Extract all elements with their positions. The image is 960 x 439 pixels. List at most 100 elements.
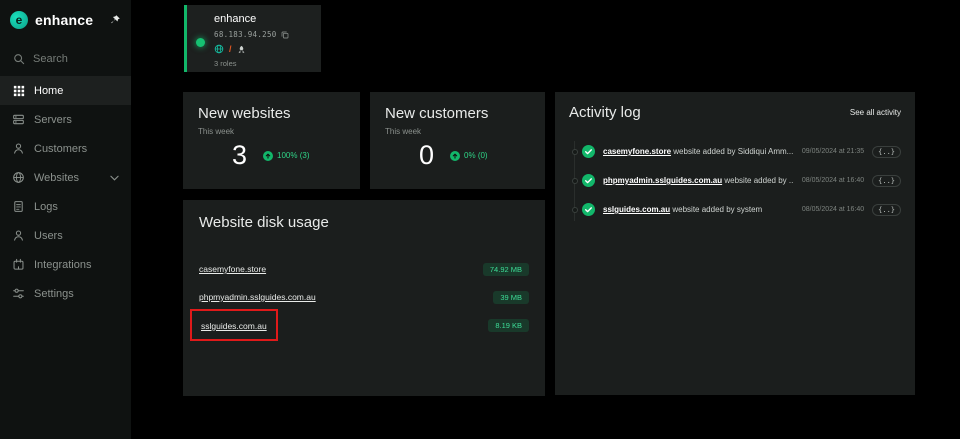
integrations-icon <box>12 258 25 271</box>
sidebar-item-customers[interactable]: Customers <box>0 134 131 163</box>
table-row: phpmyadmin.sslguides.com.au 39 MB <box>199 283 529 311</box>
settings-sliders-icon <box>12 287 25 300</box>
sidebar-item-servers[interactable]: Servers <box>0 105 131 134</box>
server-status-dot <box>196 38 205 47</box>
logs-icon <box>12 200 25 213</box>
stat-value: 0 <box>419 140 435 170</box>
timeline-dot <box>571 206 578 213</box>
nav-label: Servers <box>34 113 72 126</box>
logo-text: enhance <box>35 12 94 28</box>
nav-label: Customers <box>34 142 88 155</box>
list-item: sslguides.com.au website added by system… <box>569 195 901 224</box>
nav-label: Logs <box>34 200 58 213</box>
sidebar-item-settings[interactable]: Settings <box>0 279 131 308</box>
copy-icon[interactable] <box>281 31 289 39</box>
stat-badge-text: 0% (0) <box>464 151 488 160</box>
timeline-dot <box>571 177 578 184</box>
website-disk-usage-card: Website disk usage casemyfone.store 74.9… <box>183 200 545 396</box>
server-ip: 68.183.94.250 <box>214 30 277 39</box>
server-name: enhance <box>214 13 257 25</box>
activity-date: 08/05/2024 at 16:40 <box>801 177 865 184</box>
card-title: New websites <box>198 105 291 122</box>
activity-site-link[interactable]: casemyfone.store <box>603 147 671 156</box>
check-circle-icon <box>582 145 595 158</box>
activity-date: 08/05/2024 at 16:40 <box>801 206 865 213</box>
slash-icon: / <box>229 43 232 54</box>
chevron-down-icon <box>110 175 119 181</box>
search-label: Search <box>33 52 68 65</box>
pin-icon[interactable] <box>109 14 121 26</box>
timeline-dot <box>571 148 578 155</box>
rocket-icon <box>237 45 246 54</box>
nav-label: Integrations <box>34 258 92 271</box>
check-circle-icon <box>582 174 595 187</box>
server-card[interactable]: enhance 68.183.94.250 / 3 roles <box>184 5 321 72</box>
card-subtitle: This week <box>198 127 235 136</box>
server-roles: 3 roles <box>214 59 237 68</box>
check-circle-icon <box>582 203 595 216</box>
activity-log-card: Activity log See all activity casemyfone… <box>555 92 915 395</box>
new-websites-card: New websites This week 3 100% (3) <box>183 92 360 189</box>
stat-value: 3 <box>232 140 248 170</box>
list-item: phpmyadmin.sslguides.com.au website adde… <box>569 166 901 195</box>
sidebar: e enhance Search Home Servers Customers … <box>0 0 131 439</box>
sidebar-item-home[interactable]: Home <box>0 76 131 105</box>
see-all-activity-link[interactable]: See all activity <box>850 108 901 117</box>
sidebar-item-websites[interactable]: Websites <box>0 163 131 192</box>
activity-rest: website added by Siddiqui Amm... <box>673 147 794 156</box>
payload-badge[interactable]: {..} <box>872 145 901 158</box>
server-ip-row: 68.183.94.250 <box>214 30 313 39</box>
enhance-logo-icon: e <box>10 11 28 29</box>
card-title: Activity log <box>569 104 641 121</box>
table-row: casemyfone.store 74.92 MB <box>199 255 529 283</box>
sidebar-item-search[interactable]: Search <box>0 45 131 72</box>
list-item: casemyfone.store website added by Siddiq… <box>569 137 901 166</box>
site-link[interactable]: casemyfone.store <box>199 264 266 274</box>
stat-row: 0 0% (0) <box>385 142 530 169</box>
nav-label: Websites <box>34 171 80 184</box>
globe-icon <box>214 44 224 54</box>
activity-header: Activity log See all activity <box>569 104 901 121</box>
payload-badge[interactable]: {..} <box>872 174 901 187</box>
size-badge: 39 MB <box>493 290 529 304</box>
annotation-highlight-box: sslguides.com.au <box>190 309 278 341</box>
size-badge: 74.92 MB <box>482 262 529 276</box>
sidebar-item-logs[interactable]: Logs <box>0 192 131 221</box>
trend-up-icon <box>263 150 274 161</box>
activity-text: sslguides.com.au website added by system <box>603 205 794 214</box>
activity-site-link[interactable]: sslguides.com.au <box>603 205 670 214</box>
card-title: Website disk usage <box>199 214 329 231</box>
nav-label: Users <box>34 229 63 242</box>
logo-row: e enhance <box>0 0 131 37</box>
customers-icon <box>12 142 25 155</box>
table-row: sslguides.com.au 8.19 KB <box>190 309 529 341</box>
stat-trend-badge: 100% (3) <box>263 150 310 161</box>
trend-up-icon <box>450 150 461 161</box>
search-icon <box>12 52 25 65</box>
sidebar-item-users[interactable]: Users <box>0 221 131 250</box>
user-icon <box>12 229 25 242</box>
nav-label: Settings <box>34 287 74 300</box>
activity-text: phpmyadmin.sslguides.com.au website adde… <box>603 176 794 185</box>
activity-rest: website added by ... <box>724 176 794 185</box>
site-link[interactable]: phpmyadmin.sslguides.com.au <box>199 292 316 302</box>
payload-badge[interactable]: {..} <box>872 203 901 216</box>
disk-usage-rows: casemyfone.store 74.92 MB phpmyadmin.ssl… <box>190 255 529 341</box>
activity-rest: website added by system <box>672 205 763 214</box>
server-role-icons: / <box>214 44 313 54</box>
activity-site-link[interactable]: phpmyadmin.sslguides.com.au <box>603 176 722 185</box>
home-grid-icon <box>12 84 25 97</box>
globe-icon <box>12 171 25 184</box>
stat-badge-text: 100% (3) <box>277 151 310 160</box>
card-subtitle: This week <box>385 127 422 136</box>
sidebar-item-integrations[interactable]: Integrations <box>0 250 131 279</box>
servers-icon <box>12 113 25 126</box>
site-link[interactable]: sslguides.com.au <box>201 321 267 331</box>
card-title: New customers <box>385 105 489 122</box>
activity-list: casemyfone.store website added by Siddiq… <box>569 137 901 224</box>
size-badge: 8.19 KB <box>488 318 529 332</box>
new-customers-card: New customers This week 0 0% (0) <box>370 92 545 189</box>
activity-text: casemyfone.store website added by Siddiq… <box>603 147 794 156</box>
stat-row: 3 100% (3) <box>198 142 345 169</box>
activity-date: 09/05/2024 at 21:35 <box>801 148 865 155</box>
